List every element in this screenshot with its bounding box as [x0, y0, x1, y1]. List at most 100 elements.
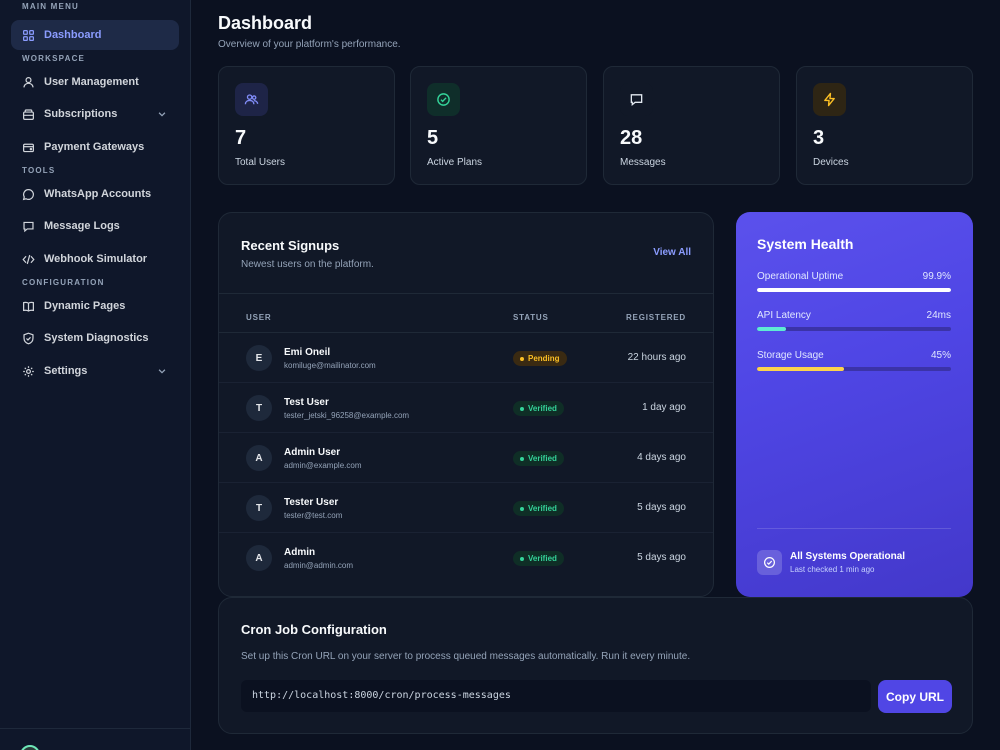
registered-time: 5 days ago [637, 502, 686, 513]
user-name: Admin [284, 547, 316, 558]
metric-value: 99.9% [922, 271, 951, 282]
stat-card-messages: 28 Messages [603, 66, 780, 185]
view-all-link[interactable]: View All [653, 247, 691, 258]
chevron-down-icon[interactable] [157, 109, 167, 119]
recent-signups-card: Recent Signups Newest users on the platf… [218, 212, 714, 597]
stat-card-total-users: 7 Total Users [218, 66, 395, 185]
stat-value: 3 [813, 127, 825, 149]
check-circle-icon [437, 93, 450, 106]
user-name: Tester User [284, 497, 339, 508]
section-label-main: MAIN MENU [22, 2, 80, 11]
user-email: admin@example.com [284, 461, 362, 470]
metric-label: API Latency [757, 310, 811, 321]
table-row[interactable]: T Tester User tester@test.com Verified 5… [219, 483, 713, 533]
sidebar-item-dashboard[interactable]: Dashboard [11, 20, 179, 50]
metric-value: 45% [930, 350, 951, 361]
stat-label: Total Users [235, 157, 286, 168]
sidebar-item-user-management[interactable]: User Management [11, 67, 179, 97]
sidebar-item-label: Settings [44, 365, 88, 377]
user-email: komiluge@mailinator.com [284, 361, 376, 370]
registered-time: 1 day ago [642, 402, 686, 413]
sidebar-item-label: Message Logs [44, 220, 120, 232]
status-badge: Verified [513, 401, 564, 416]
table-row[interactable]: T Test User tester_jetski_96258@example.… [219, 383, 713, 433]
avatar[interactable] [20, 745, 40, 750]
progress-fill [757, 367, 845, 371]
sidebar-item-label: Payment Gateways [44, 141, 145, 153]
section-label-tools: TOOLS [22, 166, 56, 175]
sidebar-item-dynamic-pages[interactable]: Dynamic Pages [11, 291, 179, 321]
system-status-text: All Systems Operational [790, 551, 906, 562]
message-icon [23, 221, 34, 232]
box-icon [23, 108, 34, 120]
sidebar-item-label: Webhook Simulator [44, 253, 148, 265]
section-label-workspace: WORKSPACE [22, 54, 86, 63]
sidebar-item-subscriptions[interactable]: Subscriptions [11, 99, 179, 129]
sidebar-item-webhook-simulator[interactable]: Webhook Simulator [11, 244, 179, 274]
shield-icon [23, 332, 34, 344]
sidebar-item-label: Dashboard [44, 29, 102, 41]
user-email: tester@test.com [284, 511, 343, 520]
stat-label: Messages [620, 157, 666, 168]
sidebar-item-whatsapp-accounts[interactable]: WhatsApp Accounts [11, 179, 179, 209]
progress-track [757, 288, 951, 292]
metric-label: Storage Usage [757, 350, 824, 361]
avatar: A [246, 445, 272, 471]
stat-icon-wrap [813, 83, 846, 116]
avatar: A [246, 545, 272, 571]
sidebar-item-system-diagnostics[interactable]: System Diagnostics [11, 323, 179, 353]
avatar: T [246, 395, 272, 421]
users-icon [23, 76, 34, 87]
stat-card-active-plans: 5 Active Plans [410, 66, 587, 185]
stat-icon-wrap [620, 83, 653, 116]
sidebar-item-message-logs[interactable]: Message Logs [11, 211, 179, 241]
progress-track [757, 367, 951, 371]
registered-time: 22 hours ago [627, 352, 686, 363]
card-title: Recent Signups [241, 238, 340, 253]
status-badge: Pending [513, 351, 567, 366]
divider [757, 528, 951, 529]
column-header-user: USER [246, 313, 272, 322]
cron-config-card: Cron Job Configuration Set up this Cron … [218, 597, 973, 734]
user-name: Emi Oneil [284, 347, 331, 358]
card-subtitle: Newest users on the platform. [241, 259, 374, 270]
progress-fill [757, 327, 787, 331]
user-email: admin@admin.com [284, 561, 354, 570]
stat-label: Active Plans [427, 157, 483, 168]
chevron-down-icon[interactable] [157, 366, 167, 376]
avatar: T [246, 495, 272, 521]
page-subtitle: Overview of your platform's performance. [218, 39, 401, 50]
code-icon [22, 254, 35, 264]
user-name: Admin User [284, 447, 341, 458]
stat-value: 28 [620, 127, 643, 149]
system-health-card: System Health Operational Uptime 99.9% A… [736, 212, 973, 597]
progress-track [757, 327, 951, 331]
section-label-configuration: CONFIGURATION [22, 278, 105, 287]
sidebar-item-label: System Diagnostics [44, 332, 149, 344]
sidebar-item-payment-gateways[interactable]: Payment Gateways [11, 132, 179, 162]
status-badge: Verified [513, 451, 564, 466]
user-email: tester_jetski_96258@example.com [284, 411, 410, 420]
cron-url-field[interactable]: http://localhost:8000/cron/process-messa… [241, 680, 871, 712]
users-icon [244, 94, 259, 105]
wallet-icon [23, 143, 34, 152]
sidebar-item-settings[interactable]: Settings [11, 356, 179, 386]
progress-fill [757, 288, 951, 292]
registered-time: 5 days ago [637, 552, 686, 563]
stat-card-devices: 3 Devices [796, 66, 973, 185]
card-title: System Health [757, 236, 854, 252]
status-badge: Verified [513, 501, 564, 516]
card-title: Cron Job Configuration [241, 622, 387, 637]
gear-icon [23, 365, 34, 377]
message-icon [630, 94, 643, 107]
book-icon [23, 301, 34, 312]
table-row[interactable]: A Admin admin@admin.com Verified 5 days … [219, 533, 713, 583]
sidebar-item-label: WhatsApp Accounts [44, 188, 152, 200]
table-row[interactable]: A Admin User admin@example.com Verified … [219, 433, 713, 483]
table-row[interactable]: E Emi Oneil komiluge@mailinator.com Pend… [219, 333, 713, 383]
last-checked-text: Last checked 1 min ago [790, 565, 875, 574]
metric-label: Operational Uptime [757, 271, 844, 282]
copy-url-button[interactable]: Copy URL [878, 680, 952, 713]
page-title: Dashboard [218, 13, 313, 33]
sidebar-footer [0, 728, 191, 750]
